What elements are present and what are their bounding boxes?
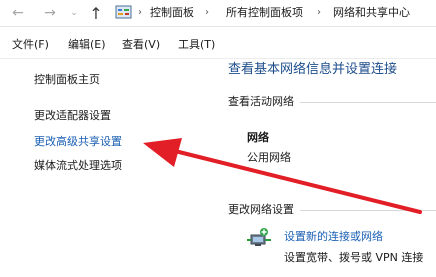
menu-tools[interactable]: 工具(T) — [178, 35, 215, 55]
menu-divider — [0, 58, 436, 59]
address-bar: ← → ⌄ ↑ › 控制面板 › 所有控制面板项 › 网络和共享中心 — [0, 0, 436, 27]
menu-file[interactable]: 文件(F) — [12, 35, 49, 55]
forward-arrow-icon[interactable]: → — [40, 0, 60, 26]
breadcrumb-network-center[interactable]: 网络和共享中心 — [333, 0, 410, 26]
sidebar-item-adapter-settings[interactable]: 更改适配器设置 — [34, 108, 111, 124]
menu-view[interactable]: 查看(V) — [122, 35, 160, 55]
menu-edit[interactable]: 编辑(E) — [68, 35, 106, 55]
breadcrumb-separator-icon: › — [205, 7, 209, 18]
setup-new-connection-description: 设置宽带、拨号或 VPN 连接 — [284, 251, 424, 264]
setup-new-connection-link[interactable]: 设置新的连接或网络 — [284, 229, 383, 245]
breadcrumb-separator-icon: › — [138, 7, 142, 18]
change-settings-heading: 更改网络设置 — [228, 203, 294, 216]
network-sharing-center-window: ← → ⌄ ↑ › 控制面板 › 所有控制面板项 › 网络和共享中心 文件(F)… — [0, 0, 436, 277]
page-title: 查看基本网络信息并设置连接 — [228, 62, 398, 77]
breadcrumb-separator-icon: › — [317, 7, 321, 18]
section-divider — [300, 210, 436, 211]
control-panel-icon — [115, 5, 132, 19]
sidebar-item-advanced-sharing[interactable]: 更改高级共享设置 — [34, 134, 122, 150]
network-type-link[interactable]: 公用网络 — [247, 150, 291, 166]
breadcrumb-control-panel[interactable]: 控制面板 — [150, 0, 194, 26]
menu-bar: 文件(F) 编辑(E) 查看(V) 工具(T) — [0, 35, 436, 55]
up-arrow-icon[interactable]: ↑ — [86, 0, 106, 26]
sidebar-item-control-panel-home[interactable]: 控制面板主页 — [34, 72, 100, 88]
breadcrumb-all-items[interactable]: 所有控制面板项 — [226, 0, 303, 26]
sidebar-item-media-streaming[interactable]: 媒体流式处理选项 — [34, 158, 122, 174]
section-divider — [300, 102, 436, 103]
back-arrow-icon[interactable]: ← — [8, 0, 28, 26]
network-name: 网络 — [247, 131, 269, 144]
active-networks-heading: 查看活动网络 — [228, 95, 294, 108]
new-connection-icon — [247, 228, 271, 246]
recent-locations-chevron-icon[interactable]: ⌄ — [68, 0, 80, 26]
